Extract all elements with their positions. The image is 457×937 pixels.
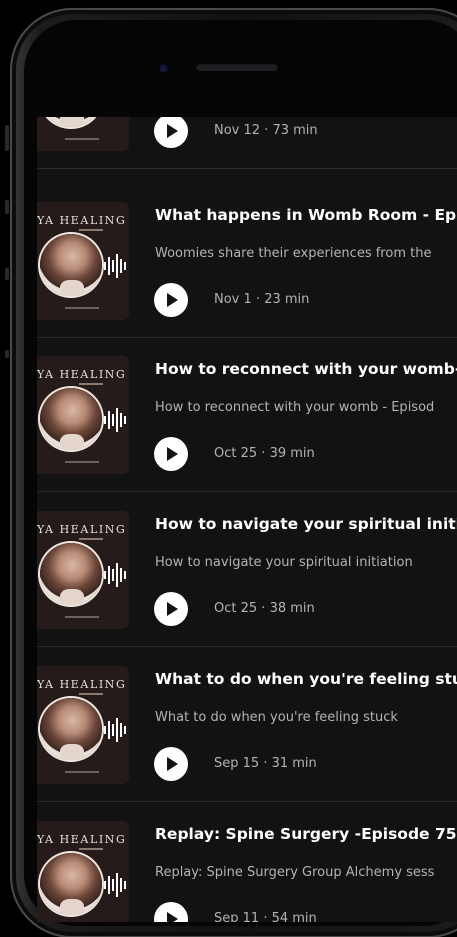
episode-duration: 38 min	[269, 601, 315, 616]
cover-divider	[79, 538, 103, 540]
cover-footer-text	[65, 138, 99, 140]
cover-brand-text: IYA HEALING	[37, 678, 127, 691]
cover-brand-text: IYA HEALING	[37, 214, 127, 227]
episode-date: Sep 15	[214, 756, 260, 771]
portrait-image	[40, 543, 102, 605]
meta-separator: ·	[259, 756, 272, 771]
list-item[interactable]: IYA HEALING Replay: Spine Surgery -Episo…	[37, 803, 457, 922]
side-button-volume-down	[5, 268, 9, 280]
episode-cover-art: IYA HEALING	[37, 356, 129, 474]
cover-footer-text	[65, 307, 99, 309]
cover-divider	[79, 383, 103, 385]
play-button[interactable]	[154, 902, 188, 922]
play-button[interactable]	[154, 747, 188, 781]
meta-separator: ·	[259, 911, 272, 922]
episode-title: How to reconnect with your womb- E	[155, 360, 457, 378]
episode-cover-art: IYA HEALING	[37, 821, 129, 922]
episode-meta: Nov 12 · 73 min	[214, 123, 318, 138]
meta-separator: ·	[257, 601, 270, 616]
episode-list[interactable]: IYA HEALING Nov 12 · 73 min IYA HEALING …	[37, 117, 457, 922]
portrait-image	[40, 117, 102, 127]
episode-date: Oct 25	[214, 446, 258, 461]
cover-brand-text: IYA HEALING	[37, 523, 127, 536]
episode-cover-art: IYA HEALING	[37, 511, 129, 629]
episode-description: What to do when you're feeling stuck	[155, 710, 398, 725]
episode-meta: Sep 15 · 31 min	[214, 756, 317, 771]
episode-title: Replay: Spine Surgery -Episode 75	[155, 825, 457, 843]
portrait-image	[40, 698, 102, 760]
sound-wave-icon	[104, 563, 126, 587]
episode-description: How to navigate your spiritual initiatio…	[155, 555, 413, 570]
episode-description: Woomies share their experiences from the	[155, 246, 432, 261]
episode-date: Sep 11	[214, 911, 260, 922]
portrait-image	[40, 234, 102, 296]
cover-footer-text	[65, 616, 99, 618]
list-item[interactable]: IYA HEALING What happens in Womb Room - …	[37, 184, 457, 338]
play-button[interactable]	[154, 592, 188, 626]
list-item[interactable]: IYA HEALING Nov 12 · 73 min	[37, 117, 457, 169]
episode-date: Oct 25	[214, 601, 258, 616]
episode-meta: Nov 1 · 23 min	[214, 292, 309, 307]
meta-separator: ·	[257, 446, 270, 461]
play-button[interactable]	[154, 117, 188, 148]
earpiece-speaker	[196, 63, 278, 71]
episode-duration: 54 min	[271, 911, 317, 922]
episode-date: Nov 1	[214, 292, 252, 307]
front-camera-icon	[160, 65, 167, 72]
page: IYA HEALING Nov 12 · 73 min IYA HEALING …	[0, 0, 457, 937]
cover-brand-text: IYA HEALING	[37, 368, 127, 381]
meta-separator: ·	[260, 123, 273, 138]
side-button-extra	[5, 350, 9, 358]
episode-cover-art: IYA HEALING	[37, 202, 129, 320]
episode-title: What happens in Womb Room - Epis	[155, 206, 457, 224]
list-item[interactable]: IYA HEALING How to navigate your spiritu…	[37, 493, 457, 647]
episode-date: Nov 12	[214, 123, 261, 138]
episode-title: How to navigate your spiritual initiat	[155, 515, 457, 533]
play-button[interactable]	[154, 283, 188, 317]
episode-meta: Sep 11 · 54 min	[214, 911, 317, 922]
episode-cover-art: IYA HEALING	[37, 666, 129, 784]
episode-meta: Oct 25 · 39 min	[214, 446, 315, 461]
sound-wave-icon	[104, 718, 126, 742]
episode-description: How to reconnect with your womb - Episod	[155, 400, 435, 415]
portrait-image	[40, 388, 102, 450]
portrait-image	[40, 853, 102, 915]
episode-duration: 73 min	[272, 123, 318, 138]
cover-footer-text	[65, 461, 99, 463]
episode-description: Replay: Spine Surgery Group Alchemy sess	[155, 865, 435, 880]
sound-wave-icon	[104, 408, 126, 432]
play-button[interactable]	[154, 437, 188, 471]
side-button-silent	[5, 125, 9, 151]
cover-divider	[79, 848, 103, 850]
side-button-volume-up	[5, 200, 9, 214]
episode-duration: 31 min	[271, 756, 317, 771]
episode-meta: Oct 25 · 38 min	[214, 601, 315, 616]
episode-cover-art: IYA HEALING	[37, 117, 129, 151]
list-item[interactable]: IYA HEALING What to do when you're feeli…	[37, 648, 457, 802]
episode-title: What to do when you're feeling stuck	[155, 670, 457, 688]
sound-wave-icon	[104, 254, 126, 278]
episode-duration: 23 min	[264, 292, 310, 307]
cover-brand-text: IYA HEALING	[37, 833, 127, 846]
cover-divider	[79, 229, 103, 231]
meta-separator: ·	[251, 292, 265, 307]
cover-divider	[79, 693, 103, 695]
episode-duration: 39 min	[269, 446, 315, 461]
cover-footer-text	[65, 771, 99, 773]
sound-wave-icon	[104, 873, 126, 897]
list-item[interactable]: IYA HEALING How to reconnect with your w…	[37, 338, 457, 492]
